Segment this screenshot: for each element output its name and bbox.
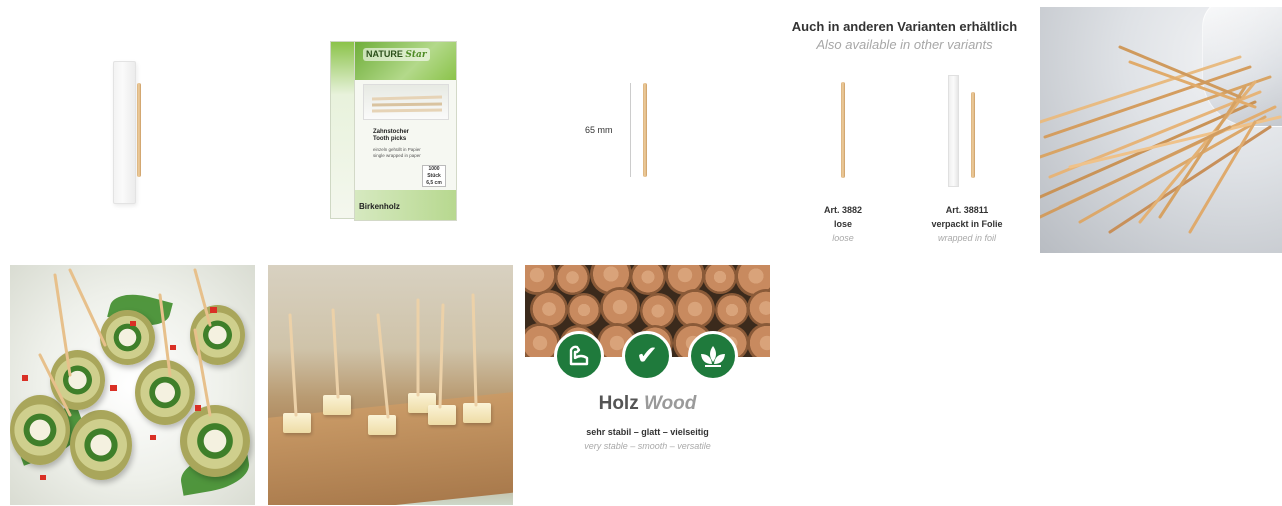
paper-wrapper [113,61,136,204]
strength-arm-icon [554,331,604,381]
variant-item[interactable]: Art. 38811 verpackt in Folie wrapped in … [912,203,1022,245]
foil-toothpick [971,92,975,178]
box-material-label: Birkenholz [359,202,400,211]
leaf-icon [688,331,738,381]
cheese-toothpicks [288,293,478,419]
paper-wrapped-toothpick-image [10,8,255,253]
cheese-board-photo [268,265,513,505]
box-side [330,41,355,219]
material-description-en: very stable – smooth – versatile [584,441,711,451]
variant-item[interactable]: Art. 3882 lose loose [788,203,898,245]
spilled-toothpicks [1040,45,1282,234]
material-description: sehr stabil – glatt – vielseitig [586,427,709,437]
dimension-label: 65 mm [585,125,613,135]
box-brand-logo: NATURE Star [363,48,430,61]
material-title: Holz Wood [598,393,697,414]
variants-subtitle: Also available in other variants [816,37,993,52]
product-box-image: NATURE Star Zahnstocher Tooth picks einze… [268,8,513,253]
loose-toothpick [841,82,845,178]
dimension-line [630,83,631,177]
material-panel: ✔ Holz Wood sehr stabil – glatt – vielse… [525,265,770,505]
box-window [363,84,449,120]
toothpick [137,83,141,177]
toothpicks-jar-photo [1040,7,1282,253]
variants-panel: Auch in anderen Varianten erhältlich Als… [782,8,1027,253]
variants-title: Auch in anderen Varianten erhältlich [791,19,1018,34]
skewer-toothpicks [22,268,217,480]
dimension-image: 65 mm [525,8,770,253]
box-front: NATURE Star Zahnstocher Tooth picks einze… [354,41,457,221]
toothpicks-in-window [371,95,443,113]
zucchini-rolls-photo [10,265,255,505]
box-count-badge: 1000 Stück 6,5 cm [422,165,446,187]
checkmark-icon: ✔ [622,331,672,381]
foil-wrapper [948,75,959,187]
toothpick [643,83,647,177]
